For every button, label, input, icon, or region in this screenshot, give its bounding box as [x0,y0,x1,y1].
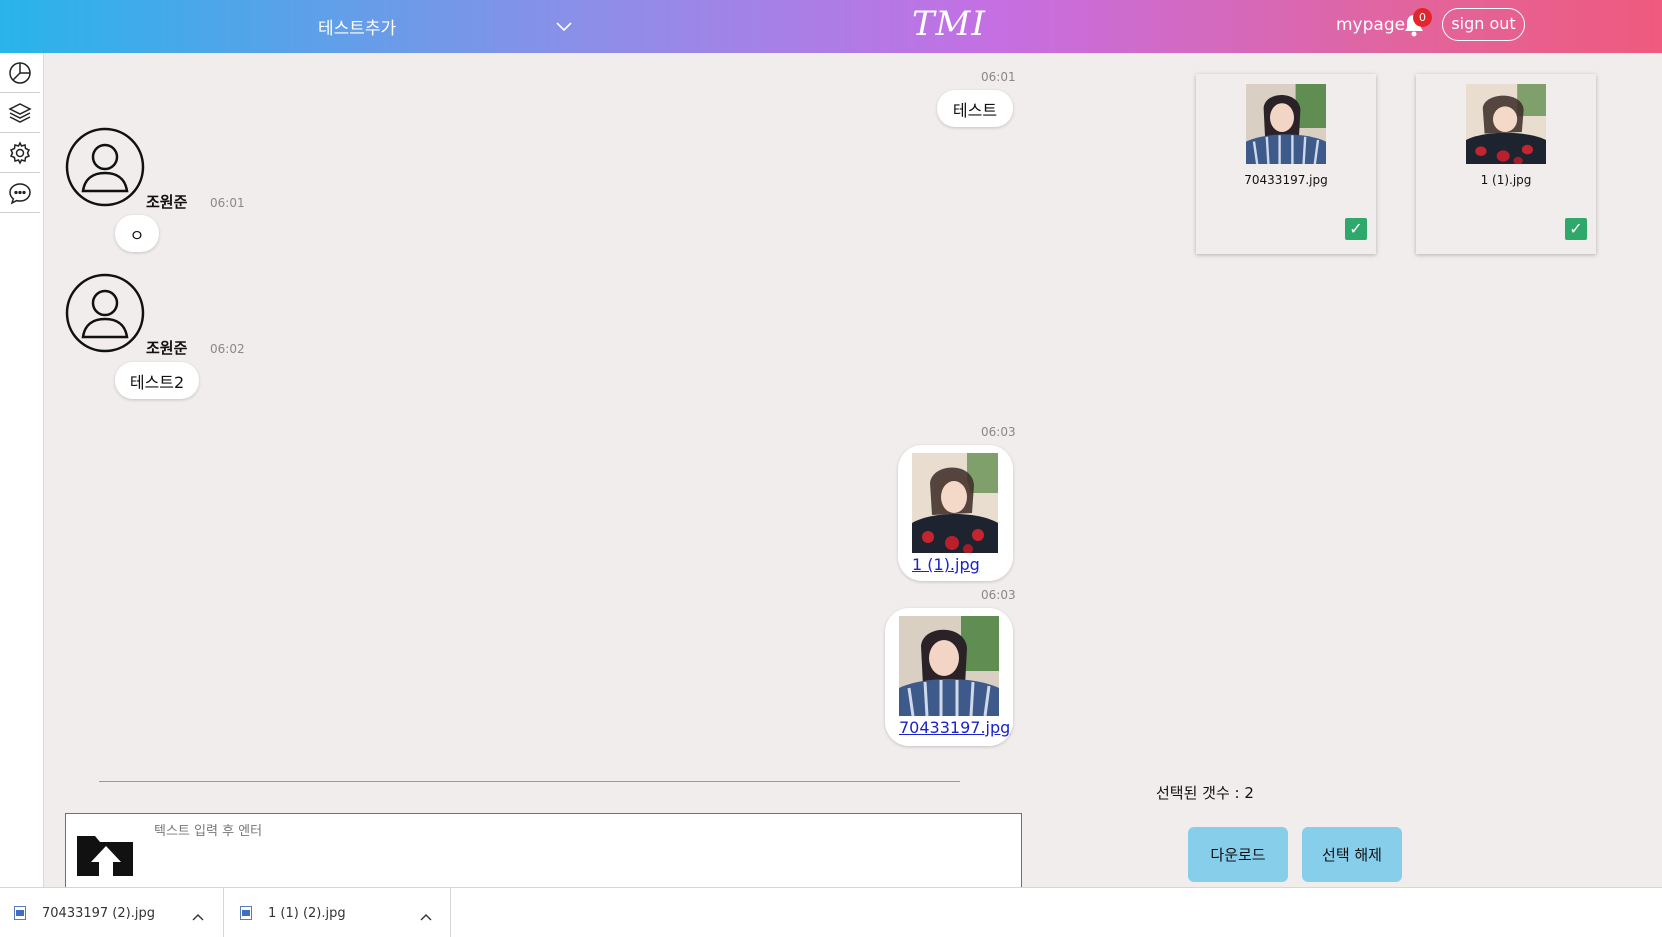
message-text: 테스트2 [129,372,185,392]
download-button[interactable]: 다운로드 [1188,827,1288,882]
sender-name: 조원준 [146,193,188,211]
message-text: ㅇ [129,225,145,245]
message-bubble: 테스트2 [115,362,199,399]
message-bubble: 테스트 [937,90,1013,127]
message-time: 06:01 [210,196,245,210]
download-item[interactable]: 70433197 (2).jpg [0,888,224,937]
signout-button[interactable]: sign out [1442,8,1525,41]
notification-badge: 0 [1413,8,1432,27]
message-time: 06:03 [981,425,1016,439]
chart-icon[interactable] [0,53,40,93]
sender-name: 조원준 [146,339,188,357]
divider [99,781,960,782]
photo-thumbnail[interactable] [899,616,999,716]
message-composer [65,813,1022,889]
chat-icon[interactable] [0,173,40,213]
top-header: 테스트추가 TMI mypage 0 sign out [0,0,1662,53]
upload-folder-icon[interactable] [75,828,137,882]
checkbox-checked[interactable]: ✓ [1565,218,1587,240]
selected-count: 선택된 갯수 : 2 [1156,784,1254,802]
card-filename: 70433197.jpg [1244,173,1328,187]
download-bar: 70433197 (2).jpg 1 (1) (2).jpg [0,887,1662,937]
checkbox-checked[interactable]: ✓ [1345,218,1367,240]
card-filename: 1 (1).jpg [1480,173,1532,187]
download-filename: 70433197 (2).jpg [42,906,155,921]
photo-thumbnail[interactable] [912,453,998,553]
layers-icon[interactable] [0,93,40,133]
image-file-icon [240,905,252,924]
sidebar [0,53,44,887]
file-card[interactable]: 70433197.jpg ✓ [1196,74,1376,254]
message-time: 06:02 [210,342,245,356]
image-message[interactable]: 70433197.jpg [885,608,1013,746]
message-time: 06:01 [981,70,1016,84]
message-input[interactable] [154,824,1004,839]
file-link[interactable]: 70433197.jpg [899,718,1010,737]
image-message[interactable]: 1 (1).jpg [898,445,1013,581]
mypage-link[interactable]: mypage [1336,15,1405,35]
avatar[interactable] [65,127,145,207]
message-text: 테스트 [952,100,998,120]
file-card[interactable]: 1 (1).jpg ✓ [1416,74,1596,254]
file-link[interactable]: 1 (1).jpg [912,555,980,574]
chevron-up-icon[interactable] [192,906,204,925]
card-thumbnail[interactable] [1246,84,1326,164]
chevron-down-icon[interactable] [556,17,572,36]
message-bubble: ㅇ [115,215,159,252]
image-file-icon [14,905,26,924]
chevron-up-icon[interactable] [420,906,432,925]
gear-icon[interactable] [0,133,40,173]
download-filename: 1 (1) (2).jpg [268,906,346,921]
download-item[interactable]: 1 (1) (2).jpg [226,888,451,937]
avatar[interactable] [65,273,145,353]
app-logo[interactable]: TMI [912,4,986,44]
message-time: 06:03 [981,588,1016,602]
card-thumbnail[interactable] [1466,84,1546,164]
deselect-button[interactable]: 선택 해제 [1302,827,1402,882]
room-select[interactable]: 테스트추가 [318,14,396,39]
